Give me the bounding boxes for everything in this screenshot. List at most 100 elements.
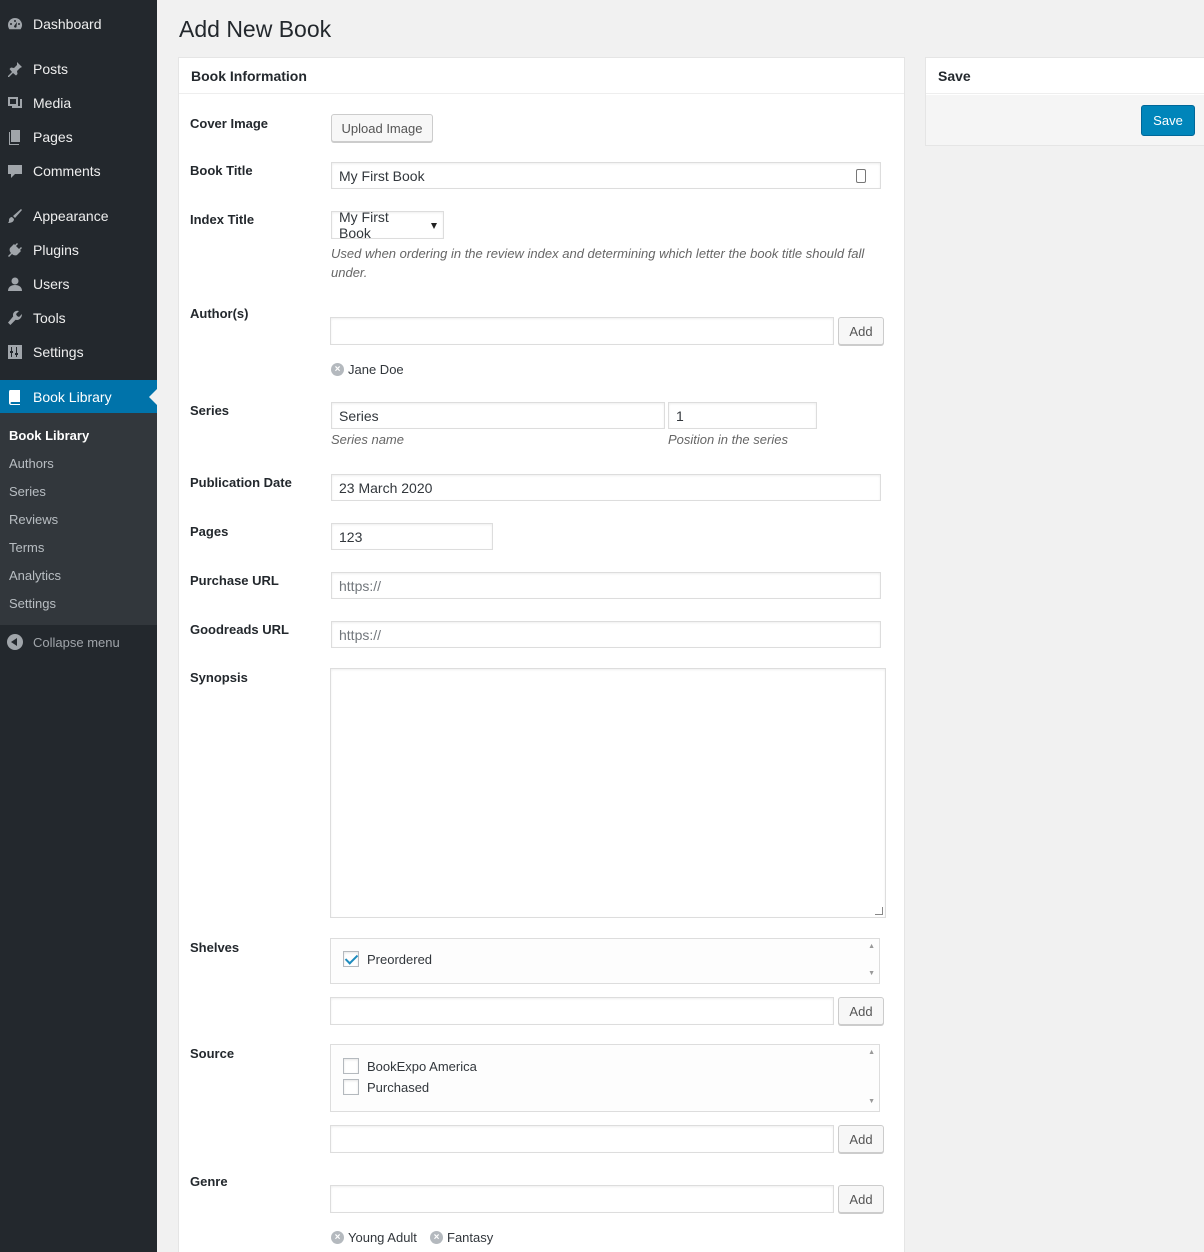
collapse-menu-label: Collapse menu (33, 634, 120, 650)
admin-sidebar: Dashboard Posts Media Pages Comments App… (0, 0, 157, 1252)
sidebar-item-comments[interactable]: Comments (0, 154, 157, 188)
index-title-select[interactable]: My First Book (331, 209, 444, 241)
sidebar-item-label: Pages (33, 129, 73, 145)
submenu-authors[interactable]: Authors (9, 456, 54, 471)
publication-date-label: Publication Date (190, 475, 292, 490)
genre-tag-label: Young Adult (348, 1230, 417, 1245)
series-position-input[interactable]: 1 (668, 402, 817, 429)
series-position-description: Position in the series (668, 432, 788, 447)
sidebar-item-label: Dashboard (33, 16, 102, 32)
sidebar-item-posts[interactable]: Posts (0, 52, 157, 86)
submenu-book-library[interactable]: Book Library (9, 428, 89, 443)
comment-icon (7, 163, 23, 179)
scroll-down-icon[interactable]: ▼ (868, 1098, 875, 1105)
scroll-up-icon[interactable]: ▲ (868, 943, 875, 950)
plug-icon (7, 242, 23, 258)
source-option-label: BookExpo America (367, 1058, 477, 1074)
wrench-icon (7, 310, 23, 326)
authors-input[interactable] (330, 317, 834, 345)
scroll-up-icon[interactable]: ▲ (868, 1049, 875, 1056)
collapse-arrow-icon (7, 634, 23, 650)
source-label: Source (190, 1046, 235, 1061)
add-shelf-button[interactable]: Add (838, 997, 884, 1025)
genre-tag-label: Fantasy (447, 1230, 494, 1245)
submenu-series[interactable]: Series (9, 484, 46, 499)
submenu-analytics[interactable]: Analytics (9, 568, 61, 583)
pages-label: Pages (190, 524, 229, 539)
collapse-menu-button[interactable]: Collapse menu (0, 631, 157, 653)
remove-tag-icon[interactable]: × (331, 363, 344, 376)
author-tag-label: Jane Doe (348, 362, 404, 377)
genre-input[interactable] (330, 1185, 834, 1213)
sidebar-item-appearance[interactable]: Appearance (0, 199, 157, 233)
shelves-label: Shelves (190, 940, 240, 955)
submenu-terms[interactable]: Terms (9, 540, 44, 555)
author-tag: × Jane Doe (331, 362, 404, 377)
book-title-input[interactable]: My First Book (331, 162, 881, 189)
purchase-url-input[interactable]: https:// (331, 572, 881, 599)
sidebar-item-media[interactable]: Media (0, 86, 157, 120)
series-name-description: Series name (331, 432, 404, 447)
shelf-checkbox[interactable] (343, 951, 359, 967)
submenu-reviews[interactable]: Reviews (9, 512, 58, 527)
book-information-title: Book Information (179, 58, 904, 94)
sidebar-item-label: Users (33, 276, 70, 292)
dashboard-icon (7, 16, 23, 32)
authors-label: Author(s) (190, 306, 249, 321)
publication-date-input[interactable]: 23 March 2020 (331, 474, 881, 501)
goodreads-url-label: Goodreads URL (190, 622, 289, 637)
media-icon (7, 95, 23, 111)
user-icon (7, 276, 23, 292)
chevron-down-icon (431, 223, 437, 229)
cover-image-label: Cover Image (190, 116, 269, 131)
sidebar-item-plugins[interactable]: Plugins (0, 233, 157, 267)
sidebar-item-dashboard[interactable]: Dashboard (0, 7, 157, 41)
sidebar-item-label: Settings (33, 344, 84, 360)
sidebar-item-settings[interactable]: Settings (0, 335, 157, 369)
synopsis-label: Synopsis (190, 670, 248, 685)
add-genre-button[interactable]: Add (838, 1185, 884, 1213)
add-author-button[interactable]: Add (838, 317, 884, 345)
sidebar-item-book-library[interactable]: Book Library (0, 380, 157, 414)
synopsis-textarea[interactable] (330, 668, 886, 918)
pages-icon (7, 129, 23, 145)
remove-tag-icon[interactable]: × (430, 1231, 443, 1244)
upload-image-button[interactable]: Upload Image (331, 114, 433, 142)
pages-value: 123 (339, 528, 363, 545)
source-option-purchased[interactable]: Purchased (343, 1079, 429, 1095)
source-option-bookexpo[interactable]: BookExpo America (343, 1058, 477, 1074)
settings-icon (7, 344, 23, 360)
genre-tag: × Fantasy (430, 1230, 493, 1245)
book-title-label: Book Title (190, 163, 253, 178)
index-title-value: My First Book (339, 209, 389, 241)
shelves-list[interactable]: Preordered ▲ ▼ (330, 938, 880, 984)
field-options-icon[interactable] (856, 169, 866, 183)
source-checkbox[interactable] (343, 1058, 359, 1074)
shelves-input[interactable] (330, 997, 834, 1025)
series-name-input[interactable]: Series (331, 402, 665, 429)
sidebar-item-label: Posts (33, 61, 69, 77)
source-input[interactable] (330, 1125, 834, 1153)
source-checkbox[interactable] (343, 1079, 359, 1095)
scroll-down-icon[interactable]: ▼ (868, 970, 875, 977)
save-button[interactable]: Save (1141, 105, 1195, 136)
add-source-button[interactable]: Add (838, 1125, 884, 1153)
goodreads-url-input[interactable]: https:// (331, 621, 881, 648)
remove-tag-icon[interactable]: × (331, 1231, 344, 1244)
save-box: Save Save (925, 57, 1204, 146)
sidebar-item-label: Tools (33, 310, 66, 326)
book-title-value: My First Book (339, 167, 425, 184)
shelf-option-preordered[interactable]: Preordered (343, 951, 432, 967)
resize-handle-icon[interactable] (875, 907, 883, 915)
sidebar-item-tools[interactable]: Tools (0, 301, 157, 335)
sidebar-item-label: Book Library (33, 389, 112, 405)
goodreads-url-placeholder: https:// (339, 626, 382, 643)
submenu-settings[interactable]: Settings (9, 596, 56, 611)
pin-icon (7, 61, 23, 77)
sidebar-item-pages[interactable]: Pages (0, 120, 157, 154)
sidebar-item-label: Media (33, 95, 72, 111)
sidebar-item-users[interactable]: Users (0, 267, 157, 301)
purchase-url-placeholder: https:// (339, 577, 382, 594)
source-list[interactable]: BookExpo America Purchased ▲ ▼ (330, 1044, 880, 1112)
pages-input[interactable]: 123 (331, 523, 493, 550)
